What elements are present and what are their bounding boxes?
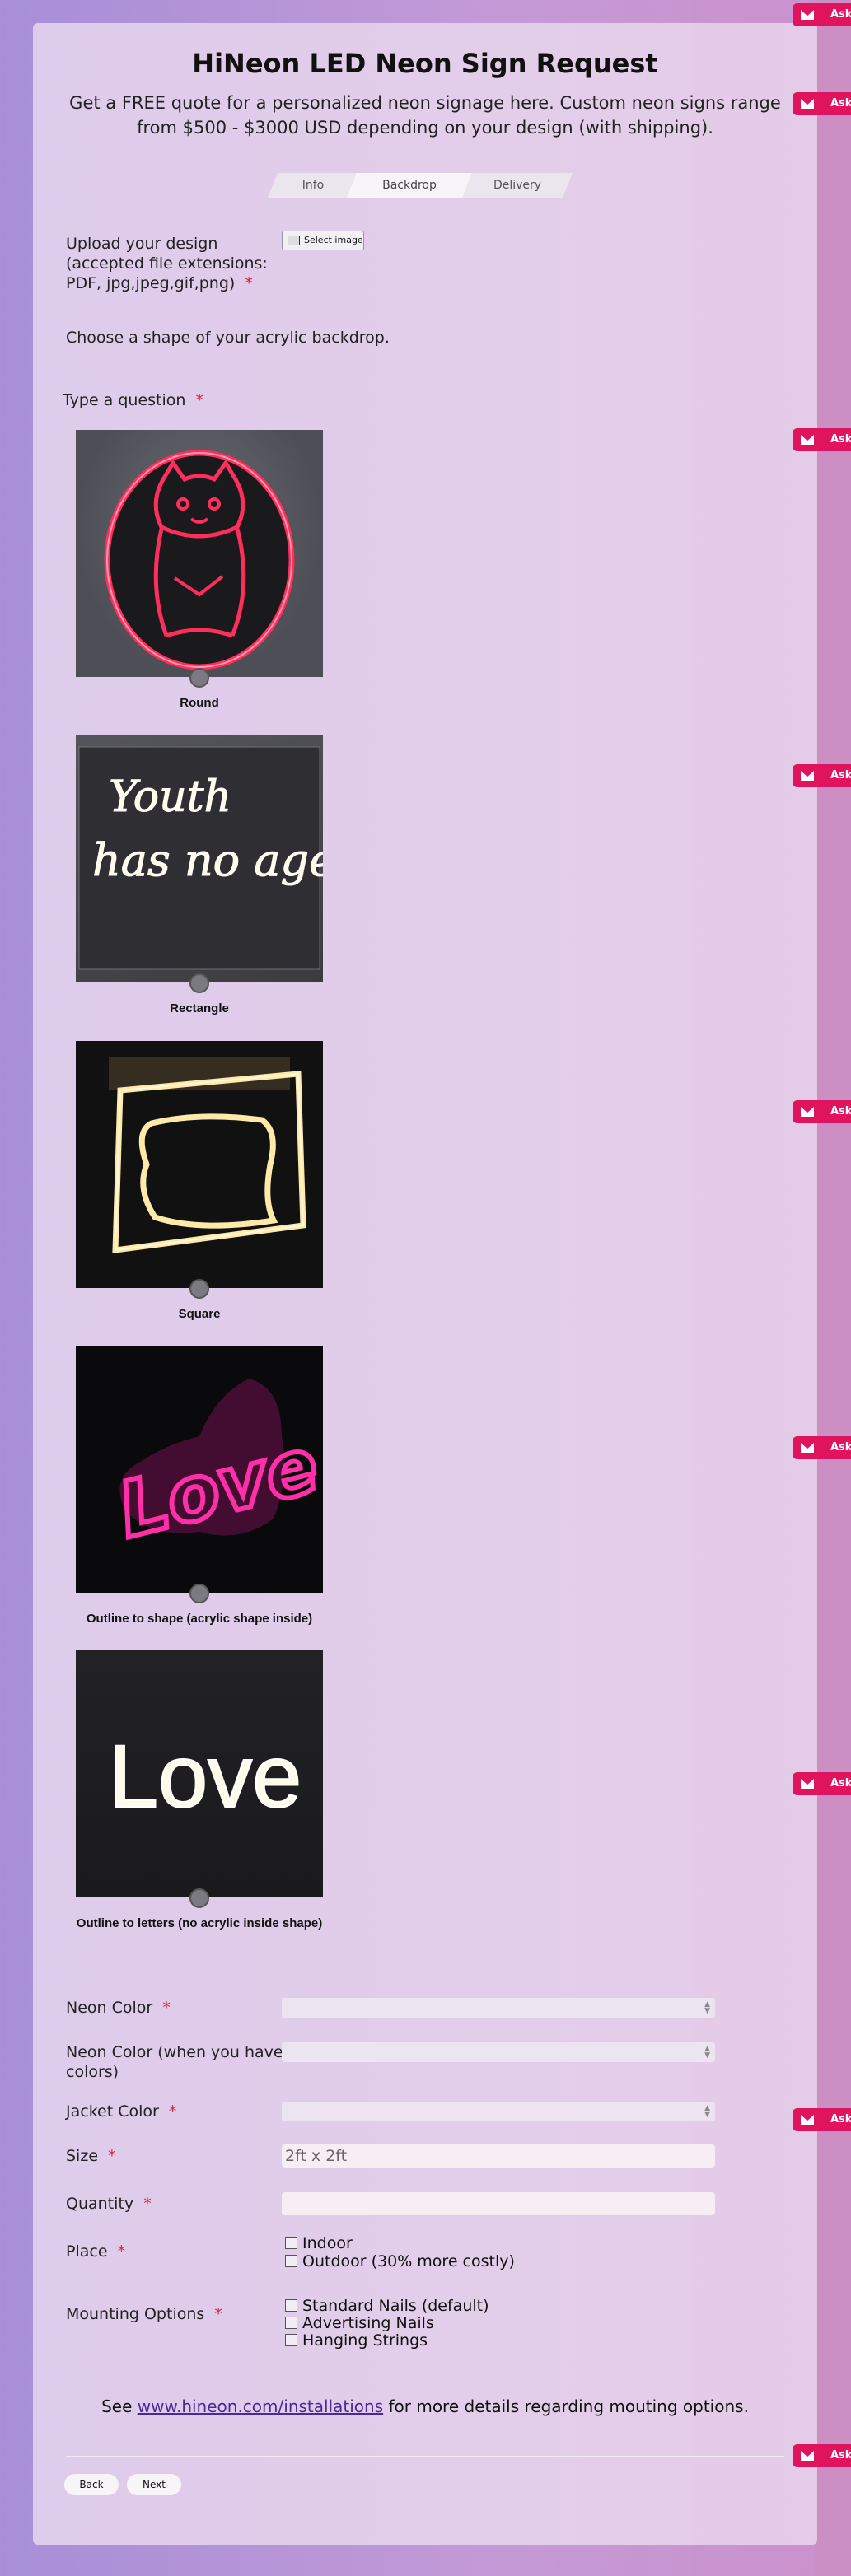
neon-color-2-label-line-2: colors)	[66, 2063, 119, 2081]
mounting-option-standard[interactable]: Standard Nails (default)	[285, 2298, 489, 2315]
place-option-indoor[interactable]: Indoor	[285, 2235, 353, 2252]
neon-color-2-label-line-1: Neon Color (when you have 2	[66, 2043, 298, 2061]
ask-button[interactable]: Ask	[793, 428, 851, 451]
jacket-color-label: Jacket Color *	[66, 2102, 177, 2121]
installations-note: See www.hineon.com/installations for mor…	[101, 2396, 749, 2416]
envelope-icon	[801, 99, 814, 109]
checkbox[interactable]	[285, 2334, 297, 2346]
square-neon-svg	[109, 1057, 306, 1254]
checkbox[interactable]	[285, 2237, 297, 2249]
shape-image-rectangle: Youth has no age	[76, 735, 323, 982]
envelope-icon	[801, 1779, 814, 1789]
page-tabs: Info Delivery Backdrop	[268, 173, 581, 198]
envelope-icon	[801, 2451, 814, 2461]
shape-caption-round: Round	[180, 696, 219, 710]
select-arrows-icon: ▲ ▼	[704, 2045, 710, 2060]
size-field	[282, 2144, 715, 2168]
required-marker: *	[117, 2242, 126, 2261]
form-card: HiNeon LED Neon Sign Request Get a FREE …	[33, 23, 817, 2545]
form-subtitle: Get a FREE quote for a personalized neon…	[69, 93, 781, 138]
place-label: Place *	[66, 2242, 126, 2261]
upload-label: Upload your design (accepted file extens…	[66, 234, 268, 293]
mounting-option-hanging[interactable]: Hanging Strings	[285, 2332, 428, 2350]
quantity-label: Quantity *	[66, 2195, 152, 2213]
neon-color-select[interactable]: ▲ ▼	[282, 1998, 715, 2018]
checkbox[interactable]	[285, 2299, 297, 2312]
svg-text:Love: Love	[109, 1726, 302, 1826]
shape-radio-outline-shape[interactable]	[189, 1584, 209, 1603]
tab-delivery[interactable]: Delivery	[462, 173, 573, 198]
select-arrows-icon: ▲ ▼	[704, 2104, 710, 2119]
form-title: HiNeon LED Neon Sign Request	[192, 48, 658, 79]
shape-caption-square: Square	[178, 1307, 221, 1321]
required-marker: *	[108, 2147, 116, 2165]
required-marker: *	[214, 2305, 222, 2323]
select-arrows-icon: ▲ ▼	[704, 2000, 710, 2015]
tab-info[interactable]: Info	[268, 173, 358, 198]
required-marker: *	[195, 391, 204, 409]
ask-button[interactable]: Ask	[793, 764, 851, 787]
shape-image-round	[76, 430, 323, 677]
ask-button[interactable]: Ask	[793, 92, 851, 115]
size-input[interactable]	[282, 2144, 715, 2168]
mounting-label: Mounting Options *	[66, 2305, 222, 2323]
required-marker: *	[245, 274, 253, 292]
envelope-icon	[801, 1443, 814, 1453]
size-label: Size *	[66, 2147, 116, 2165]
quantity-input[interactable]	[282, 2192, 715, 2215]
ask-button[interactable]: Ask	[793, 1772, 851, 1795]
place-option-outdoor[interactable]: Outdoor (30% more costly)	[285, 2253, 515, 2270]
ask-button[interactable]: Ask	[793, 3, 851, 26]
image-icon	[288, 236, 300, 245]
question-label: Type a question *	[63, 391, 204, 409]
envelope-icon	[801, 435, 814, 445]
required-marker: *	[143, 2195, 152, 2213]
ask-button[interactable]: Ask	[793, 1436, 851, 1459]
shape-image-square	[76, 1041, 323, 1288]
tab-backdrop[interactable]: Backdrop	[347, 173, 472, 198]
neon-color-2-select[interactable]: ▲ ▼	[282, 2042, 715, 2062]
ask-button[interactable]: Ask	[793, 1100, 851, 1123]
upload-label-line-1: Upload your design	[66, 235, 218, 253]
required-marker: *	[162, 1999, 171, 2017]
jacket-color-select[interactable]: ▲ ▼	[282, 2102, 715, 2121]
upload-label-line-2: (accepted file extensions:	[66, 254, 268, 273]
shape-caption-outline-letters: Outline to letters (no acrylic inside sh…	[76, 1916, 323, 1930]
shape-radio-square[interactable]	[189, 1279, 209, 1299]
envelope-icon	[801, 2115, 814, 2125]
neon-color-label: Neon Color *	[66, 1999, 171, 2017]
envelope-icon	[801, 771, 814, 781]
neon-color-2-label: Neon Color (when you have 2 colors)	[66, 2042, 298, 2082]
next-button[interactable]: Next	[127, 2474, 181, 2495]
back-button[interactable]: Back	[64, 2474, 119, 2495]
shape-radio-outline-letters[interactable]	[189, 1888, 209, 1908]
form-divider	[66, 2456, 784, 2457]
shape-image-outline-letters: Love	[76, 1650, 323, 1897]
ask-button[interactable]: Ask	[793, 2108, 851, 2131]
envelope-icon	[801, 1107, 814, 1117]
svg-text:Youth: Youth	[109, 772, 231, 822]
round-neon-svg	[104, 450, 295, 670]
shape-radio-rectangle[interactable]	[189, 973, 209, 993]
installations-link[interactable]: www.hineon.com/installations	[138, 2396, 383, 2416]
envelope-icon	[801, 10, 814, 20]
upload-label-line-3: PDF, jpg,jpeg,gif,png) *	[66, 274, 253, 292]
shape-radio-round[interactable]	[189, 668, 209, 688]
shape-caption-rectangle: Rectangle	[170, 1001, 229, 1015]
rectangle-neon-svg: Youth has no age	[78, 746, 323, 970]
outline-shape-neon-svg: Love	[108, 1379, 323, 1557]
outline-letters-neon-svg: Love	[108, 1725, 302, 1827]
page-right-strip	[815, 0, 851, 2576]
ask-button[interactable]: Ask	[793, 2444, 851, 2467]
checkbox[interactable]	[285, 2317, 297, 2329]
backdrop-heading: Choose a shape of your acrylic backdrop.	[66, 329, 390, 347]
svg-text:has no age: has no age	[92, 834, 323, 886]
quantity-field	[282, 2192, 715, 2215]
required-marker: *	[168, 2102, 177, 2121]
shape-image-outline-shape: Love	[76, 1346, 323, 1593]
mounting-option-advertising[interactable]: Advertising Nails	[285, 2315, 434, 2332]
select-image-button[interactable]: Select image	[282, 231, 364, 250]
shape-caption-outline-shape: Outline to shape (acrylic shape inside)	[86, 1612, 313, 1626]
checkbox[interactable]	[285, 2255, 297, 2267]
